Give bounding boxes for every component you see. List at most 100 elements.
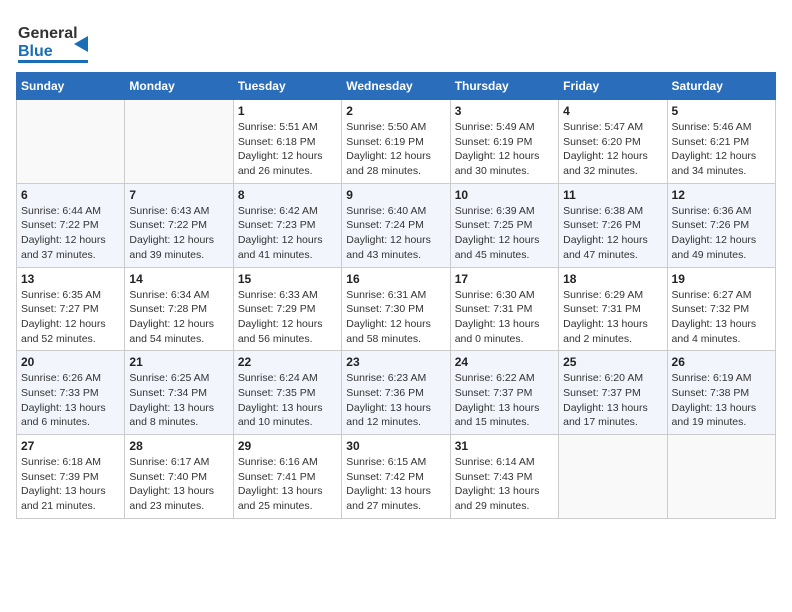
day-info: Sunrise: 6:25 AM Sunset: 7:34 PM Dayligh… — [129, 371, 228, 430]
calendar-cell: 5 Sunrise: 5:46 AM Sunset: 6:21 PM Daylig… — [667, 100, 775, 184]
calendar-cell: 15Sunrise: 6:33 AM Sunset: 7:29 PM Dayli… — [233, 267, 341, 351]
day-info: Sunrise: 6:26 AM Sunset: 7:33 PM Dayligh… — [21, 371, 120, 430]
day-number: 4 — [563, 104, 662, 118]
col-header-wednesday: Wednesday — [342, 73, 450, 100]
day-info: Sunrise: 6:31 AM Sunset: 7:30 PM Dayligh… — [346, 288, 445, 347]
day-number: 15 — [238, 272, 337, 286]
calendar-cell: 29 Sunrise: 6:16 AM Sunset: 7:41 PM Dayli… — [233, 435, 341, 519]
day-number: 7 — [129, 188, 228, 202]
calendar-cell: 10 Sunrise: 6:39 AM Sunset: 7:25 PM Dayli… — [450, 183, 558, 267]
day-info: Sunrise: 6:15 AM Sunset: 7:42 PM Dayligh… — [346, 455, 445, 514]
day-number: 12 — [672, 188, 771, 202]
svg-text:Blue: Blue — [18, 43, 53, 60]
svg-text:General: General — [18, 25, 78, 42]
calendar-cell: 24Sunrise: 6:22 AM Sunset: 7:37 PM Dayli… — [450, 351, 558, 435]
calendar-cell: 3 Sunrise: 5:49 AM Sunset: 6:19 PM Daylig… — [450, 100, 558, 184]
day-info: Sunrise: 6:16 AM Sunset: 7:41 PM Dayligh… — [238, 455, 337, 514]
day-info: Sunrise: 6:35 AM Sunset: 7:27 PM Dayligh… — [21, 288, 120, 347]
day-number: 18 — [563, 272, 662, 286]
calendar-cell: 25 Sunrise: 6:20 AM Sunset: 7:37 PM Dayli… — [559, 351, 667, 435]
day-number: 2 — [346, 104, 445, 118]
day-info: Sunrise: 6:44 AM Sunset: 7:22 PM Dayligh… — [21, 204, 120, 263]
day-info: Sunrise: 6:39 AM Sunset: 7:25 PM Dayligh… — [455, 204, 554, 263]
col-header-friday: Friday — [559, 73, 667, 100]
col-header-sunday: Sunday — [17, 73, 125, 100]
day-number: 3 — [455, 104, 554, 118]
day-number: 23 — [346, 355, 445, 369]
day-number: 29 — [238, 439, 337, 453]
page-header: General Blue — [16, 16, 776, 64]
header-row: SundayMondayTuesdayWednesdayThursdayFrid… — [17, 73, 776, 100]
calendar-cell: 26 Sunrise: 6:19 AM Sunset: 7:38 PM Dayli… — [667, 351, 775, 435]
day-number: 22 — [238, 355, 337, 369]
logo-svg: General Blue — [16, 16, 106, 64]
day-number: 27 — [21, 439, 120, 453]
calendar-cell: 11Sunrise: 6:38 AM Sunset: 7:26 PM Dayli… — [559, 183, 667, 267]
day-info: Sunrise: 6:29 AM Sunset: 7:31 PM Dayligh… — [563, 288, 662, 347]
col-header-saturday: Saturday — [667, 73, 775, 100]
calendar-cell: 27 Sunrise: 6:18 AM Sunset: 7:39 PM Dayli… — [17, 435, 125, 519]
calendar-cell: 17Sunrise: 6:30 AM Sunset: 7:31 PM Dayli… — [450, 267, 558, 351]
calendar-cell — [125, 100, 233, 184]
day-number: 30 — [346, 439, 445, 453]
calendar-cell: 8Sunrise: 6:42 AM Sunset: 7:23 PM Daylig… — [233, 183, 341, 267]
calendar-cell: 21Sunrise: 6:25 AM Sunset: 7:34 PM Dayli… — [125, 351, 233, 435]
week-row: 27 Sunrise: 6:18 AM Sunset: 7:39 PM Dayli… — [17, 435, 776, 519]
col-header-thursday: Thursday — [450, 73, 558, 100]
calendar-cell: 7 Sunrise: 6:43 AM Sunset: 7:22 PM Daylig… — [125, 183, 233, 267]
week-row: 13Sunrise: 6:35 AM Sunset: 7:27 PM Dayli… — [17, 267, 776, 351]
day-number: 5 — [672, 104, 771, 118]
calendar-cell — [667, 435, 775, 519]
day-info: Sunrise: 6:34 AM Sunset: 7:28 PM Dayligh… — [129, 288, 228, 347]
day-info: Sunrise: 6:36 AM Sunset: 7:26 PM Dayligh… — [672, 204, 771, 263]
day-info: Sunrise: 5:50 AM Sunset: 6:19 PM Dayligh… — [346, 120, 445, 179]
calendar-cell: 4 Sunrise: 5:47 AM Sunset: 6:20 PM Daylig… — [559, 100, 667, 184]
calendar-cell: 18 Sunrise: 6:29 AM Sunset: 7:31 PM Dayli… — [559, 267, 667, 351]
day-info: Sunrise: 6:14 AM Sunset: 7:43 PM Dayligh… — [455, 455, 554, 514]
calendar-cell — [559, 435, 667, 519]
col-header-tuesday: Tuesday — [233, 73, 341, 100]
day-info: Sunrise: 6:40 AM Sunset: 7:24 PM Dayligh… — [346, 204, 445, 263]
calendar-cell: 9 Sunrise: 6:40 AM Sunset: 7:24 PM Daylig… — [342, 183, 450, 267]
day-info: Sunrise: 6:43 AM Sunset: 7:22 PM Dayligh… — [129, 204, 228, 263]
calendar-cell: 20 Sunrise: 6:26 AM Sunset: 7:33 PM Dayli… — [17, 351, 125, 435]
calendar-cell: 19Sunrise: 6:27 AM Sunset: 7:32 PM Dayli… — [667, 267, 775, 351]
calendar-cell: 22 Sunrise: 6:24 AM Sunset: 7:35 PM Dayli… — [233, 351, 341, 435]
calendar-cell: 13Sunrise: 6:35 AM Sunset: 7:27 PM Dayli… — [17, 267, 125, 351]
day-number: 25 — [563, 355, 662, 369]
day-number: 10 — [455, 188, 554, 202]
col-header-monday: Monday — [125, 73, 233, 100]
logo: General Blue — [16, 16, 106, 64]
day-info: Sunrise: 5:46 AM Sunset: 6:21 PM Dayligh… — [672, 120, 771, 179]
calendar-cell: 30 Sunrise: 6:15 AM Sunset: 7:42 PM Dayli… — [342, 435, 450, 519]
day-info: Sunrise: 5:47 AM Sunset: 6:20 PM Dayligh… — [563, 120, 662, 179]
day-number: 16 — [346, 272, 445, 286]
day-info: Sunrise: 5:51 AM Sunset: 6:18 PM Dayligh… — [238, 120, 337, 179]
day-number: 8 — [238, 188, 337, 202]
day-number: 6 — [21, 188, 120, 202]
day-number: 20 — [21, 355, 120, 369]
calendar-table: SundayMondayTuesdayWednesdayThursdayFrid… — [16, 72, 776, 519]
week-row: 20 Sunrise: 6:26 AM Sunset: 7:33 PM Dayli… — [17, 351, 776, 435]
day-number: 26 — [672, 355, 771, 369]
day-info: Sunrise: 6:17 AM Sunset: 7:40 PM Dayligh… — [129, 455, 228, 514]
day-info: Sunrise: 6:27 AM Sunset: 7:32 PM Dayligh… — [672, 288, 771, 347]
day-info: Sunrise: 6:20 AM Sunset: 7:37 PM Dayligh… — [563, 371, 662, 430]
day-number: 9 — [346, 188, 445, 202]
calendar-cell: 28 Sunrise: 6:17 AM Sunset: 7:40 PM Dayli… — [125, 435, 233, 519]
day-info: Sunrise: 5:49 AM Sunset: 6:19 PM Dayligh… — [455, 120, 554, 179]
day-info: Sunrise: 6:18 AM Sunset: 7:39 PM Dayligh… — [21, 455, 120, 514]
day-number: 1 — [238, 104, 337, 118]
calendar-cell: 6 Sunrise: 6:44 AM Sunset: 7:22 PM Daylig… — [17, 183, 125, 267]
calendar-cell — [17, 100, 125, 184]
day-number: 28 — [129, 439, 228, 453]
day-info: Sunrise: 6:19 AM Sunset: 7:38 PM Dayligh… — [672, 371, 771, 430]
day-info: Sunrise: 6:23 AM Sunset: 7:36 PM Dayligh… — [346, 371, 445, 430]
calendar-cell: 16 Sunrise: 6:31 AM Sunset: 7:30 PM Dayli… — [342, 267, 450, 351]
day-info: Sunrise: 6:30 AM Sunset: 7:31 PM Dayligh… — [455, 288, 554, 347]
day-info: Sunrise: 6:24 AM Sunset: 7:35 PM Dayligh… — [238, 371, 337, 430]
day-number: 24 — [455, 355, 554, 369]
calendar-cell: 2 Sunrise: 5:50 AM Sunset: 6:19 PM Daylig… — [342, 100, 450, 184]
calendar-cell: 23 Sunrise: 6:23 AM Sunset: 7:36 PM Dayli… — [342, 351, 450, 435]
day-number: 14 — [129, 272, 228, 286]
